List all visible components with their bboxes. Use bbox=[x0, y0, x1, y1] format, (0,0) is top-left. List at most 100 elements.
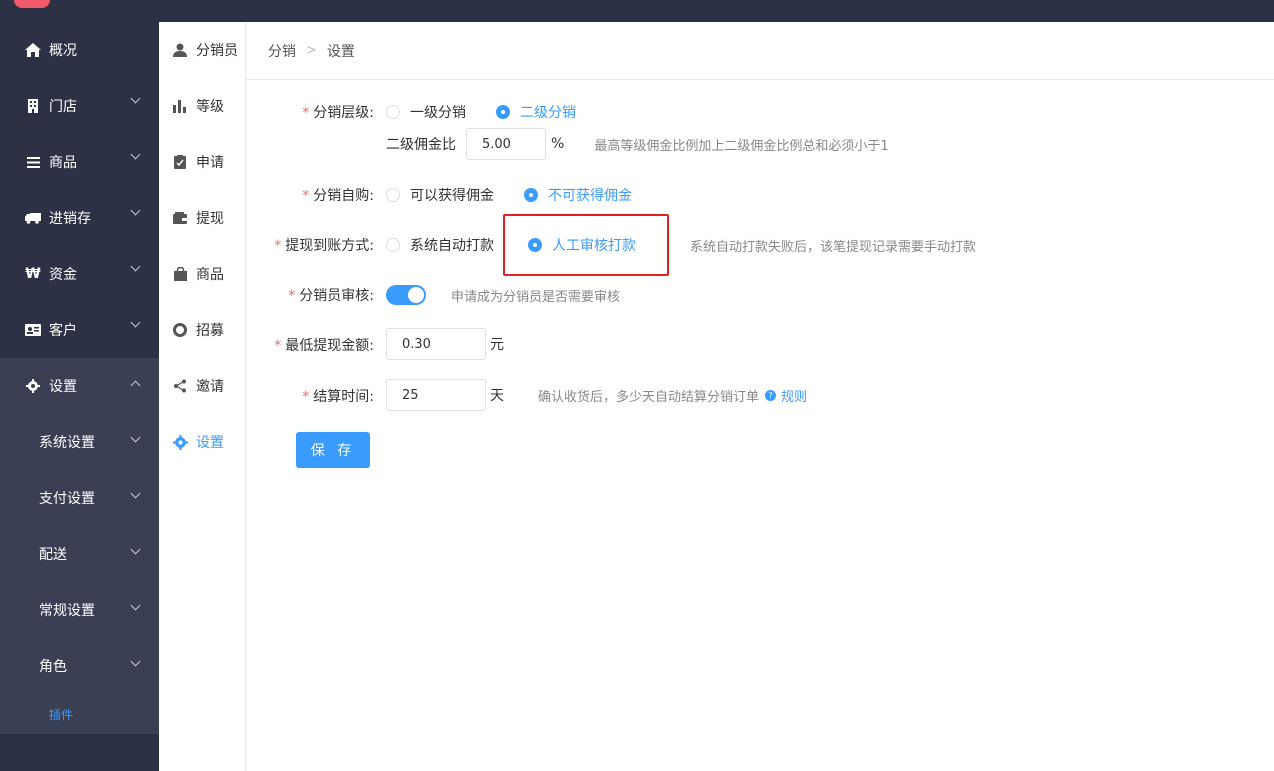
sidebar-item-label: 概况 bbox=[49, 43, 77, 59]
logo bbox=[14, 0, 50, 8]
sidebar-item-funds[interactable]: ₩ 资金 bbox=[0, 246, 159, 302]
top-bar bbox=[0, 0, 1274, 22]
chevron-down-icon bbox=[130, 600, 141, 611]
chevron-down-icon bbox=[130, 261, 141, 272]
breadcrumb-parent[interactable]: 分销 bbox=[268, 41, 296, 61]
commission-label: 二级佣金比 bbox=[386, 137, 456, 153]
submenu-item-general[interactable]: 常规设置 bbox=[0, 582, 159, 638]
rule-link[interactable]: ? 规则 bbox=[765, 386, 807, 405]
radio-self-buy-yes[interactable]: 可以获得佣金 bbox=[386, 185, 494, 205]
withdraw-radio-group: 系统自动打款 人工审核打款 系统自动打款失败后，该笔提现记录需要手动打款 bbox=[386, 235, 976, 255]
settle-input[interactable]: 25 bbox=[386, 379, 486, 411]
min-withdraw-label: * 最低提现金额: bbox=[274, 338, 374, 354]
sidebar-item-customer[interactable]: 客户 bbox=[0, 302, 159, 358]
min-withdraw-row: 0.30 元 bbox=[386, 328, 504, 360]
subnav-item-label: 商品 bbox=[196, 267, 224, 283]
wallet-icon bbox=[172, 212, 188, 224]
sidebar-item-inventory[interactable]: 进销存 bbox=[0, 190, 159, 246]
subnav-item-apply[interactable]: 申请 bbox=[159, 134, 245, 190]
submenu-item-label: 角色 bbox=[39, 659, 67, 675]
chevron-down-icon bbox=[130, 317, 141, 328]
gear-icon bbox=[24, 379, 42, 393]
submenu-item-delivery[interactable]: 配送 bbox=[0, 526, 159, 582]
audit-label: * 分销员审核: bbox=[288, 288, 374, 304]
bar-chart-icon bbox=[172, 99, 188, 113]
submenu-item-plugin[interactable]: 插件 bbox=[0, 694, 159, 734]
subnav-item-label: 招募 bbox=[196, 323, 224, 339]
self-buy-radio-group: 可以获得佣金 不可获得佣金 bbox=[386, 185, 662, 205]
chevron-down-icon bbox=[130, 93, 141, 104]
subnav-item-label: 等级 bbox=[196, 99, 224, 115]
subnav-item-label: 申请 bbox=[196, 155, 224, 171]
submenu-item-label: 系统设置 bbox=[39, 435, 95, 451]
chevron-down-icon bbox=[130, 544, 141, 555]
breadcrumb: 分销 > 设置 bbox=[246, 22, 1274, 80]
subnav-item-withdraw[interactable]: 提现 bbox=[159, 190, 245, 246]
subnav-item-distributor[interactable]: 分销员 bbox=[159, 22, 245, 78]
user-icon bbox=[172, 43, 188, 57]
sidebar-item-overview[interactable]: 概况 bbox=[0, 22, 159, 78]
list-icon bbox=[24, 156, 42, 168]
chevron-right-icon: > bbox=[306, 43, 317, 58]
settle-label: * 结算时间: bbox=[302, 389, 374, 405]
bag-icon bbox=[172, 267, 188, 281]
withdraw-label: * 提现到账方式: bbox=[274, 238, 374, 254]
submenu-item-label: 配送 bbox=[39, 547, 67, 563]
sidebar-item-settings[interactable]: 设置 bbox=[0, 358, 159, 414]
commission-hint: 最高等级佣金比例加上二级佣金比例总和必须小于1 bbox=[594, 138, 889, 154]
rule-link-label: 规则 bbox=[781, 389, 808, 405]
chevron-down-icon bbox=[130, 205, 141, 216]
question-icon: ? bbox=[765, 389, 777, 401]
subnav-item-recruit[interactable]: 招募 bbox=[159, 302, 245, 358]
subnav-item-level[interactable]: 等级 bbox=[159, 78, 245, 134]
submenu-item-payment[interactable]: 支付设置 bbox=[0, 470, 159, 526]
radio-level-one[interactable]: 一级分销 bbox=[386, 102, 466, 122]
subnav-item-label: 设置 bbox=[196, 435, 224, 451]
submenu-item-role[interactable]: 角色 bbox=[0, 638, 159, 694]
audit-toggle[interactable] bbox=[386, 285, 426, 305]
settle-hint: 确认收货后，多少天自动结算分销订单 bbox=[538, 389, 760, 405]
subnav-item-label: 邀请 bbox=[196, 379, 224, 395]
chevron-down-icon bbox=[130, 432, 141, 443]
subnav-item-invite[interactable]: 邀请 bbox=[159, 358, 245, 414]
chevron-up-icon bbox=[130, 380, 141, 391]
chevron-down-icon bbox=[130, 488, 141, 499]
submenu-item-label: 支付设置 bbox=[39, 491, 95, 507]
sidebar-item-store[interactable]: 门店 bbox=[0, 78, 159, 134]
sidebar-item-label: 进销存 bbox=[49, 211, 91, 227]
clipboard-icon bbox=[172, 155, 188, 169]
subnav-item-label: 提现 bbox=[196, 211, 224, 227]
settle-unit: 天 bbox=[490, 388, 504, 404]
secondary-nav: 分销员 等级 申请 提现 商品 招募 邀请 设置 bbox=[159, 22, 246, 771]
radio-withdraw-auto[interactable]: 系统自动打款 bbox=[386, 235, 494, 255]
radio-self-buy-no[interactable]: 不可获得佣金 bbox=[524, 185, 632, 205]
audit-hint: 申请成为分销员是否需要审核 bbox=[451, 289, 621, 305]
commission-unit: % bbox=[551, 136, 565, 152]
highlight-box bbox=[503, 214, 669, 276]
sidebar-item-goods[interactable]: 商品 bbox=[0, 134, 159, 190]
sidebar-item-label: 商品 bbox=[49, 155, 77, 171]
audit-row: 申请成为分销员是否需要审核 bbox=[386, 285, 620, 305]
subnav-item-label: 分销员 bbox=[196, 43, 238, 59]
lifebuoy-icon bbox=[172, 323, 188, 337]
submenu-item-system[interactable]: 系统设置 bbox=[0, 414, 159, 470]
subnav-item-goods[interactable]: 商品 bbox=[159, 246, 245, 302]
breadcrumb-current: 设置 bbox=[326, 43, 355, 60]
withdraw-hint: 系统自动打款失败后，该笔提现记录需要手动打款 bbox=[690, 239, 977, 255]
settle-row: 25 天 确认收货后，多少天自动结算分销订单 ? 规则 bbox=[386, 379, 807, 411]
commission-row: 二级佣金比 5.00 % 最高等级佣金比例加上二级佣金比例总和必须小于1 bbox=[386, 128, 889, 160]
self-buy-label: * 分销自购: bbox=[302, 188, 374, 204]
radio-level-two[interactable]: 二级分销 bbox=[496, 102, 576, 122]
chevron-down-icon bbox=[130, 149, 141, 160]
min-withdraw-unit: 元 bbox=[490, 337, 504, 353]
save-button[interactable]: 保 存 bbox=[296, 432, 370, 468]
level-radio-group: 一级分销 二级分销 bbox=[386, 102, 606, 122]
min-withdraw-input[interactable]: 0.30 bbox=[386, 328, 486, 360]
sidebar-item-label: 设置 bbox=[49, 379, 77, 395]
building-icon bbox=[24, 99, 42, 113]
commission-input[interactable]: 5.00 bbox=[466, 128, 546, 160]
gear-icon bbox=[172, 434, 188, 450]
sidebar-item-label: 门店 bbox=[49, 99, 77, 115]
subnav-item-settings[interactable]: 设置 bbox=[159, 414, 245, 470]
truck-icon bbox=[24, 212, 42, 224]
